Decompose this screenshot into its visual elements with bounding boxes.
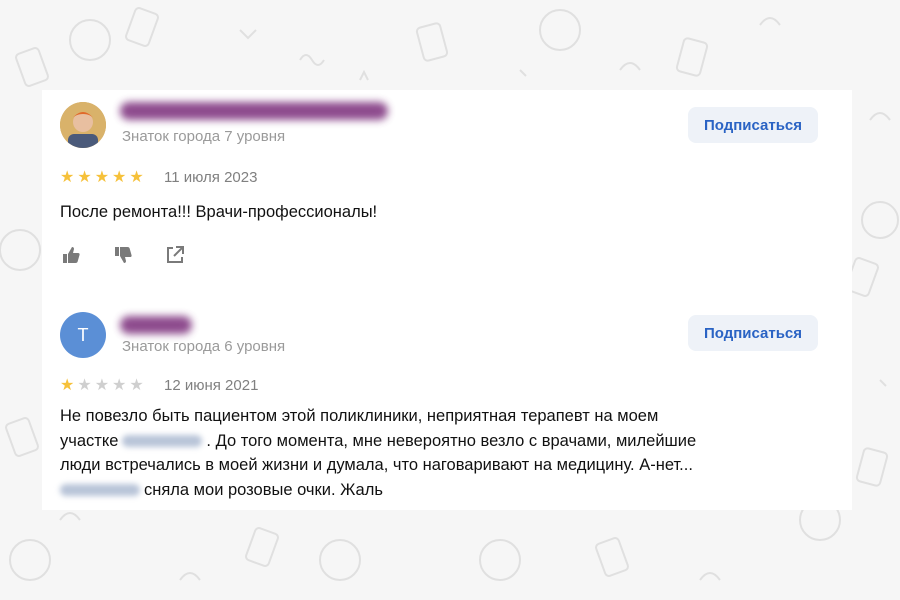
review-item: Т Знаток города 6 уровня Подписаться ★ ★… xyxy=(42,298,852,510)
review-text-line: участке . До того момента, мне невероятно… xyxy=(60,429,800,454)
rating-stars: ★ ★ ★ ★ ★ xyxy=(60,378,144,394)
review-item: Знаток города 7 уровня Подписаться ★ ★ ★… xyxy=(42,90,852,280)
dislike-icon[interactable] xyxy=(112,244,134,266)
star-icon: ★ xyxy=(94,377,110,394)
author-name-redacted[interactable] xyxy=(120,102,388,120)
star-icon: ★ xyxy=(112,169,127,186)
star-icon: ★ xyxy=(77,169,92,186)
avatar[interactable]: Т xyxy=(60,312,106,358)
review-text-line: Не повезло быть пациентом этой поликлини… xyxy=(60,407,659,425)
review-text-fragment: . До того момента, мне невероятно везло … xyxy=(206,431,697,450)
star-icon: ★ xyxy=(60,169,75,186)
share-icon[interactable] xyxy=(164,244,186,266)
star-icon: ★ xyxy=(129,169,144,186)
review-text: После ремонта!!! Врачи-профессионалы! xyxy=(60,203,378,221)
review-text-line: люди встречались в моей жизни и думала, … xyxy=(60,456,693,474)
star-icon: ★ xyxy=(60,377,75,394)
like-icon[interactable] xyxy=(60,244,82,266)
redacted-name xyxy=(122,435,203,448)
star-icon: ★ xyxy=(94,169,110,186)
review-text-fragment: сняла мои розовые очки. Жаль xyxy=(144,480,383,499)
review-text-fragment: участке xyxy=(60,431,119,450)
star-icon: ★ xyxy=(129,377,144,394)
review-text: Не повезло быть пациентом этой поликлини… xyxy=(60,404,800,502)
review-actions xyxy=(60,244,186,266)
author-badge: Знаток города 6 уровня xyxy=(122,338,286,355)
review-date: 11 июля 2023 xyxy=(164,169,258,186)
star-icon: ★ xyxy=(112,377,127,394)
author-badge: Знаток города 7 уровня xyxy=(122,128,286,145)
review-date: 12 июня 2021 xyxy=(164,377,259,394)
subscribe-button[interactable]: Подписаться xyxy=(688,315,818,351)
avatar[interactable] xyxy=(60,102,106,148)
rating-stars: ★ ★ ★ ★ ★ xyxy=(60,170,144,186)
author-name-redacted[interactable] xyxy=(120,316,192,334)
redacted-name xyxy=(60,484,140,497)
subscribe-button[interactable]: Подписаться xyxy=(688,107,818,143)
review-text-line: сняла мои розовые очки. Жаль xyxy=(60,478,800,503)
star-icon: ★ xyxy=(77,377,92,394)
avatar-photo-icon xyxy=(60,102,106,148)
reviews-card: Знаток города 7 уровня Подписаться ★ ★ ★… xyxy=(42,90,852,510)
